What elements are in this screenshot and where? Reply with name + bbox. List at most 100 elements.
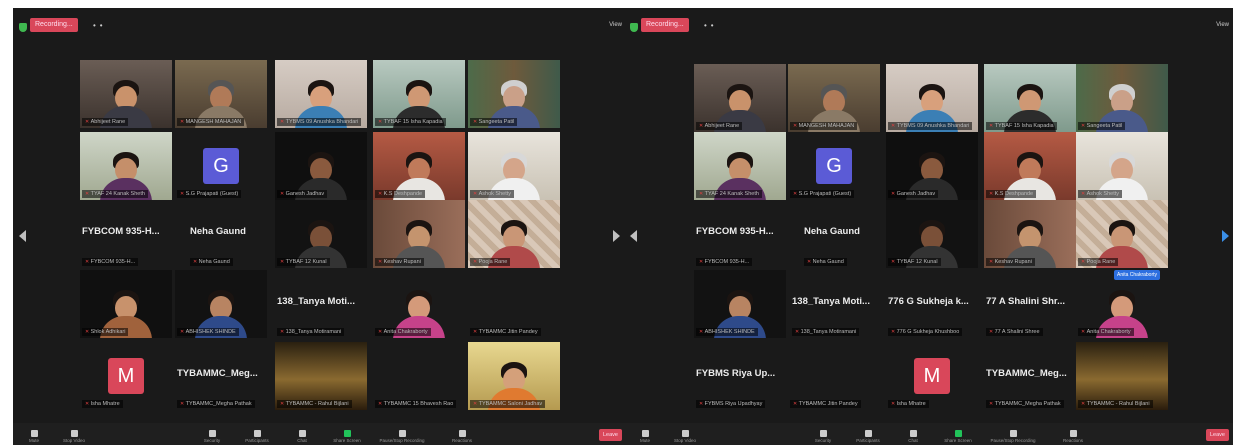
video-tile[interactable]: TYBAF 12 Kunal — [275, 200, 367, 268]
view-button[interactable]: View — [609, 22, 622, 28]
name-only-tile[interactable]: 776 G Sukheja k... 776 G Sukheja Khushbo… — [886, 270, 978, 338]
name-only-tile[interactable]: Neha Gaund Neha Gaund — [188, 200, 280, 268]
video-tile[interactable]: Keshav Rupani — [373, 200, 465, 268]
video-tile[interactable]: Keshav Rupani — [984, 200, 1076, 268]
video-tile[interactable]: Ashok Shetty — [1076, 132, 1168, 200]
leave-button[interactable]: Leave — [1206, 429, 1229, 441]
shield-icon[interactable] — [630, 23, 638, 32]
video-tile[interactable]: ABHISHEK SHINDE — [694, 270, 786, 338]
video-tile[interactable]: TYBAMMC - Rahul Bijlani — [1076, 342, 1168, 410]
avatar: G — [816, 148, 852, 184]
security-button[interactable]: Security — [804, 430, 842, 443]
share-screen-button[interactable]: Share Screen — [939, 430, 977, 443]
participant-name: TYBAMMC Jitin Pandey — [470, 328, 541, 336]
video-tile[interactable]: TYBMS 09 Anushka Bhandari — [886, 64, 978, 132]
avatar-tile[interactable]: G S.G Prajapati (Guest) — [788, 132, 880, 200]
video-tile[interactable]: TYAF 24 Kanak Sheth — [80, 132, 172, 200]
stop-video-button[interactable]: Stop Video — [666, 430, 704, 443]
participant-display-name: 77 A Shalini Shr... — [986, 296, 1066, 307]
video-tile[interactable]: Ganesh Jadhav — [886, 132, 978, 200]
video-tile[interactable]: Ganesh Jadhav — [275, 132, 367, 200]
security-button[interactable]: Security — [193, 430, 231, 443]
participant-name: Keshav Rupani — [375, 258, 424, 266]
stop-video-button[interactable]: Stop Video — [55, 430, 93, 443]
next-page-icon[interactable] — [613, 230, 620, 242]
view-button[interactable]: View — [1216, 22, 1229, 28]
leave-button[interactable]: Leave — [599, 429, 622, 441]
name-only-tile[interactable]: FYBCOM 935-H... FYBCOM 935-H... — [80, 200, 172, 268]
video-tile[interactable]: TYBAMMC - Rahul Bijlani — [275, 342, 367, 410]
pause-icon — [1009, 430, 1017, 437]
video-tile[interactable]: ABHISHEK SHINDE — [175, 270, 267, 338]
participant-name: Isha Mhatre — [82, 400, 123, 408]
video-tile[interactable]: K.S Deshpande — [373, 132, 465, 200]
share-screen-button[interactable]: Share Screen — [328, 430, 366, 443]
participant-name: Pooja Rane — [470, 258, 511, 266]
video-tile[interactable]: Sangeeta Patil — [1076, 64, 1168, 132]
avatar-tile[interactable]: G S.G Prajapati (Guest) — [175, 132, 267, 200]
more-icon[interactable]: •• — [704, 21, 718, 30]
name-only-tile[interactable]: Neha Gaund Neha Gaund — [802, 200, 894, 268]
name-only-tile[interactable]: TYBAMMC_Meg... TYBAMMC_Megha Pathak — [175, 342, 267, 410]
name-only-tile[interactable]: TYBAMMC 15 Bhavesh Rao — [373, 342, 465, 410]
participant-name: Abhijeet Rane — [696, 122, 743, 130]
name-only-tile[interactable]: TYBAMMC_Meg... TYBAMMC_Megha Pathak — [984, 342, 1076, 410]
chat-button[interactable]: Chat — [894, 430, 932, 443]
video-tile[interactable]: TYBMS 09 Anushka Bhandari — [275, 60, 367, 128]
previous-page-icon[interactable] — [19, 230, 26, 242]
name-only-tile[interactable]: 138_Tanya Moti... 138_Tanya Motiramani — [275, 270, 367, 338]
video-tile[interactable]: TYBAF 15 Isha Kapadia — [984, 64, 1076, 132]
video-tile[interactable]: Sangeeta Patil — [468, 60, 560, 128]
video-tile[interactable]: Anita Chakraborty — [373, 270, 465, 338]
name-only-tile[interactable]: TYBAMMC Jitin Pandey — [468, 270, 560, 338]
chat-button[interactable]: Chat — [283, 430, 321, 443]
participant-name: TYBAF 12 Kunal — [277, 258, 330, 266]
avatar-tile[interactable]: M Isha Mhatre — [80, 342, 172, 410]
video-tile[interactable]: Pooja Rane — [1076, 200, 1168, 268]
name-only-tile[interactable]: 138_Tanya Moti... 138_Tanya Motiramani — [790, 270, 882, 338]
name-only-tile[interactable]: 77 A Shalini Shr... 77 A Shalini Shree — [984, 270, 1076, 338]
reactions-button[interactable]: Reactions — [1054, 430, 1092, 443]
video-tile[interactable]: Shlok Adhikari — [80, 270, 172, 338]
avatar-tile[interactable]: M Isha Mhatre — [886, 342, 978, 410]
shield-icon[interactable] — [19, 23, 27, 32]
video-tile-active-speaker[interactable]: MANGESH MAHAJAN — [175, 60, 267, 128]
participant-name: Ashok Shetty — [1078, 190, 1123, 198]
video-tile-active-speaker[interactable]: MANGESH MAHAJAN — [788, 64, 880, 132]
name-only-tile[interactable]: FYBMS Riya Up... FYBMS Riya Upadhyay — [694, 342, 786, 410]
video-tile[interactable]: Anita Chakraborty — [1076, 270, 1168, 338]
participant-name: TYBAMMC_Megha Pathak — [986, 400, 1064, 408]
avatar: M — [914, 358, 950, 394]
pause-stop-recording-button[interactable]: Pause/Stop Recording — [373, 430, 431, 443]
participant-name: FYBCOM 935-H... — [696, 258, 753, 266]
video-tile[interactable]: TYBAF 15 Isha Kapadia — [373, 60, 465, 128]
video-tile[interactable]: TYBAMMC Saloni Jadhav — [468, 342, 560, 410]
mute-button[interactable]: Mute — [15, 430, 53, 443]
name-only-tile[interactable]: FYBCOM 935-H... FYBCOM 935-H... — [694, 200, 786, 268]
reactions-button[interactable]: Reactions — [443, 430, 481, 443]
name-only-tile[interactable]: TYBAMMC Jitin Pandey — [788, 342, 880, 410]
video-tile[interactable]: TYAF 24 Kanak Sheth — [694, 132, 786, 200]
previous-page-icon[interactable] — [630, 230, 637, 242]
pause-stop-recording-button[interactable]: Pause/Stop Recording — [984, 430, 1042, 443]
participant-name: Anita Chakraborty — [1078, 328, 1134, 336]
participant-name: 77 A Shalini Shree — [986, 328, 1043, 336]
participant-name: Anita Chakraborty — [375, 328, 431, 336]
recording-indicator[interactable]: Recording... — [641, 18, 689, 32]
video-tile[interactable]: Pooja Rane — [468, 200, 560, 268]
video-camera-icon — [70, 430, 78, 437]
participant-name: S.G Prajapati (Guest) — [177, 190, 242, 198]
next-page-icon[interactable] — [1222, 230, 1229, 242]
video-tile[interactable]: Abhijeet Rane — [80, 60, 172, 128]
participants-button[interactable]: Participants — [849, 430, 887, 443]
recording-indicator[interactable]: Recording... — [30, 18, 78, 32]
video-tile[interactable]: TYBAF 12 Kunal — [886, 200, 978, 268]
participant-name: Shlok Adhikari — [82, 328, 129, 336]
more-icon[interactable]: •• — [93, 21, 107, 30]
participants-button[interactable]: Participants — [238, 430, 276, 443]
mute-button[interactable]: Mute — [626, 430, 664, 443]
video-tile[interactable]: Ashok Shetty — [468, 132, 560, 200]
zoom-window-right: Recording... •• View Abhijeet Rane MANGE… — [624, 8, 1233, 445]
video-tile[interactable]: K.S Deshpande — [984, 132, 1076, 200]
video-tile[interactable]: Abhijeet Rane — [694, 64, 786, 132]
